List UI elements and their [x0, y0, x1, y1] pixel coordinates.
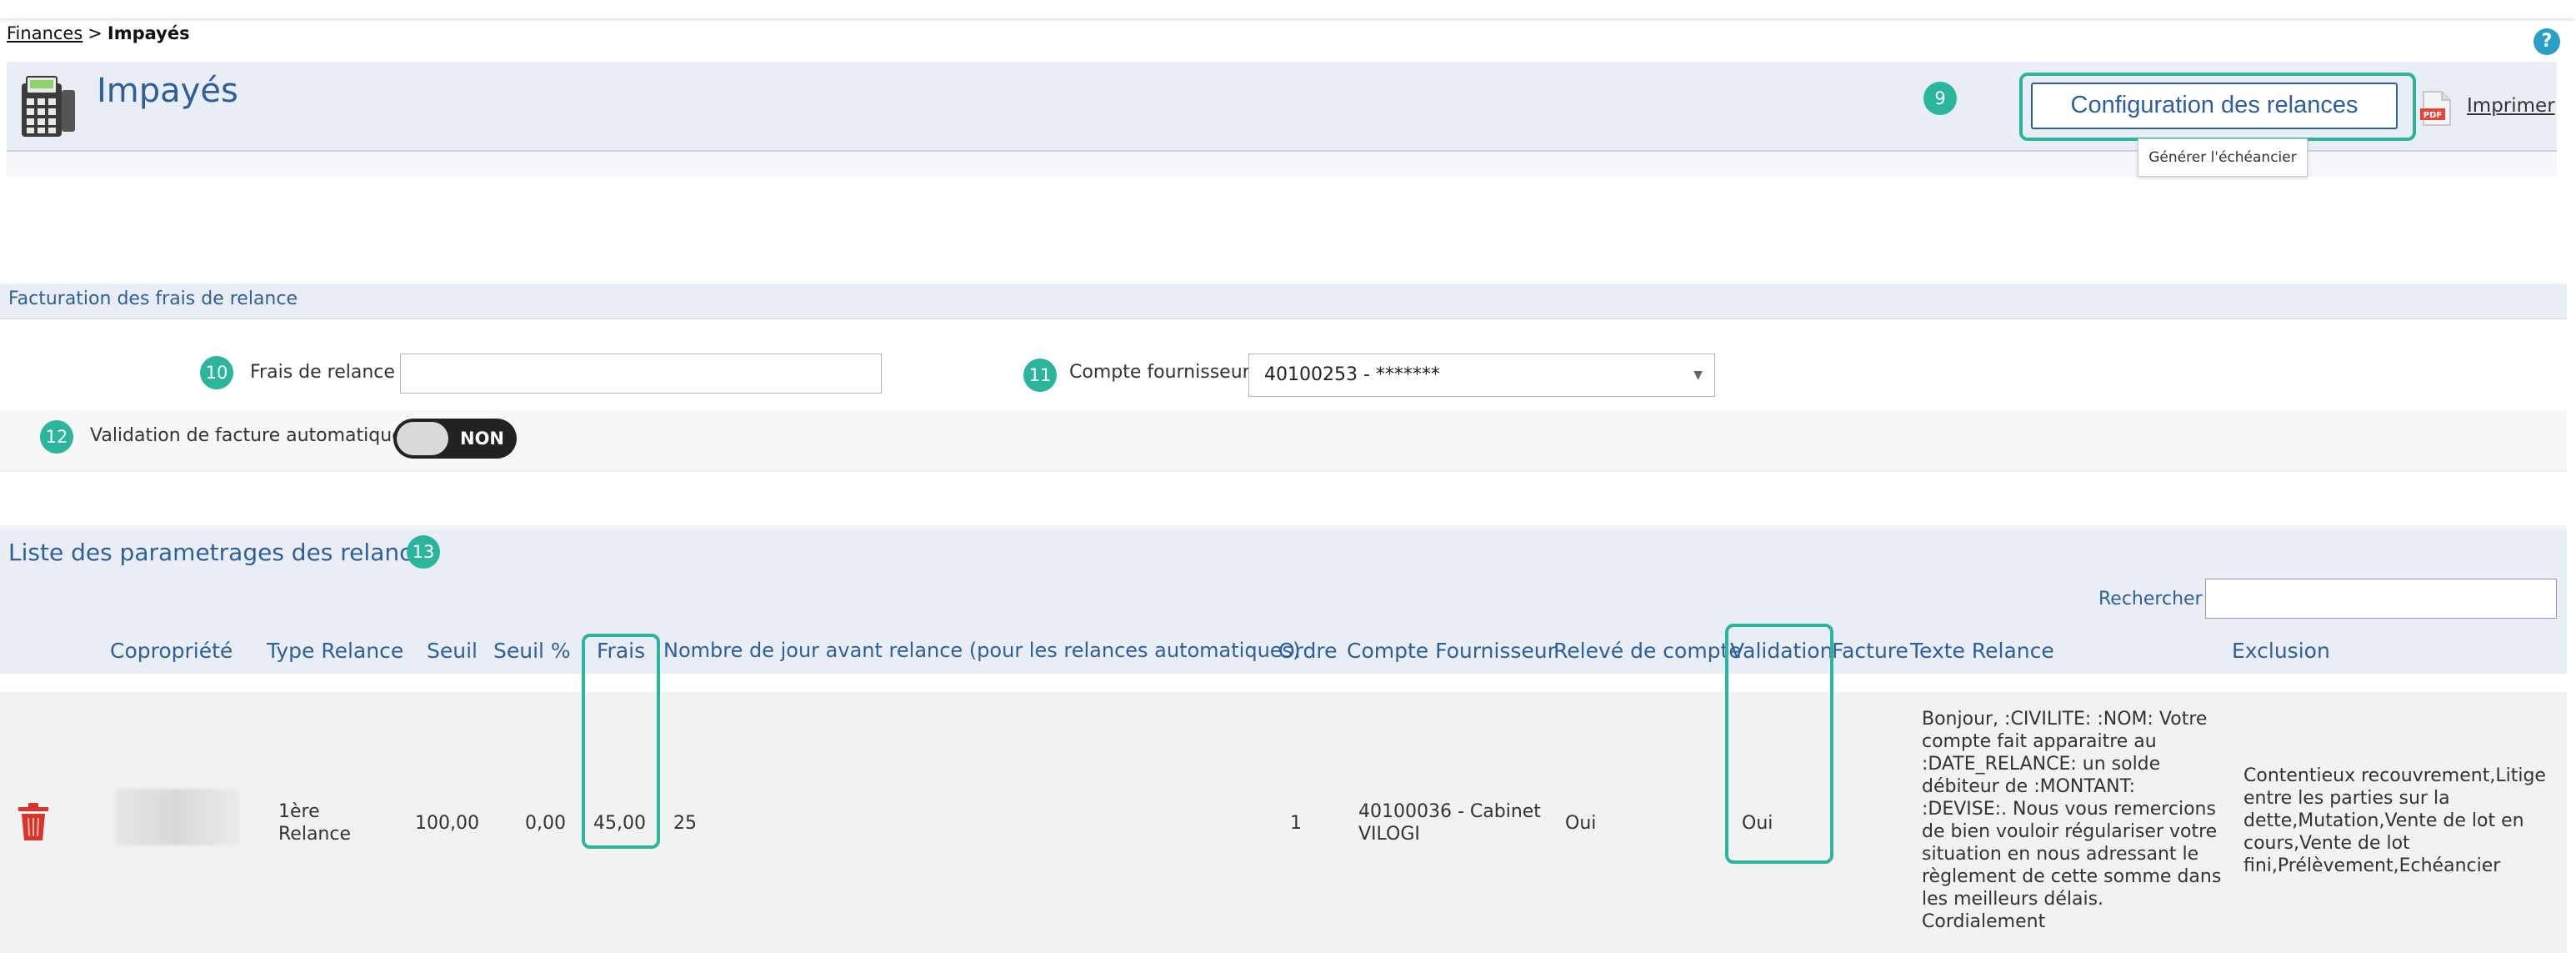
auto-validation-label: Validation de facture automatique	[90, 425, 403, 446]
cell-seuil-pct: 0,00	[525, 813, 566, 834]
cell-exclusion: Contentieux recouvrement,Litige entre le…	[2243, 765, 2546, 877]
breadcrumb: Finances > Impayés	[7, 23, 190, 43]
frais-relance-label: Frais de relance	[250, 362, 395, 383]
col-nb-jours[interactable]: Nombre de jour avant relance (pour les r…	[663, 639, 1300, 662]
svg-text:PDF: PDF	[2423, 111, 2442, 120]
col-facture[interactable]: Facture	[1832, 639, 1908, 663]
billing-section-title: Facturation des frais de relance	[8, 288, 298, 309]
col-ordre[interactable]: Ordre	[1278, 639, 1338, 663]
annotation-badge-11: 11	[1023, 359, 1057, 392]
texte-line: débiteur de :MONTANT:	[1922, 776, 2136, 797]
toggle-state: NON	[460, 429, 505, 449]
col-releve-compte[interactable]: Relevé de compte	[1553, 639, 1742, 663]
col-seuil[interactable]: Seuil	[427, 639, 478, 663]
pdf-icon[interactable]: PDF	[2420, 90, 2452, 127]
compte-fournisseur-select[interactable]: 40100253 - ******* ▼	[1248, 354, 1715, 397]
cell-type-line1: 1ère	[278, 801, 320, 822]
cell-seuil: 100,00	[415, 813, 479, 834]
compte-fournisseur-label: Compte fournisseur	[1069, 362, 1250, 383]
cell-type-line2: Relance	[278, 824, 352, 845]
copropriete-thumbnail	[115, 789, 240, 845]
breadcrumb-current: Impayés	[107, 23, 190, 43]
billing-section-header	[0, 283, 2567, 319]
annotation-badge-13: 13	[407, 535, 440, 569]
search-input[interactable]	[2205, 579, 2557, 619]
cell-releve: Oui	[1565, 813, 1597, 834]
frais-relance-input[interactable]	[400, 354, 882, 394]
calculator-icon	[22, 76, 75, 137]
exclusion-line: dette,Mutation,Vente de lot en	[2243, 810, 2524, 831]
exclusion-line: fini,Prélèvement,Echéancier	[2243, 855, 2501, 876]
exclusion-line: entre les parties sur la	[2243, 788, 2450, 809]
compte-fournisseur-value: 40100253 - *******	[1264, 364, 1440, 385]
cell-type-relance: 1ère Relance	[278, 800, 351, 845]
cell-compte-fournisseur: 40100036 - Cabinet VILOGI	[1358, 800, 1541, 845]
configuration-relances-button[interactable]: Configuration des relances	[2031, 83, 2398, 129]
texte-line: situation en nous adressant le	[1922, 844, 2199, 865]
dropdown-caret-icon: ▼	[1693, 369, 1703, 382]
texte-line: :DEVISE:. Nous vous remercions	[1922, 799, 2216, 820]
trash-icon[interactable]	[17, 802, 50, 842]
tooltip-generer-echeancier: Générer l'échéancier	[2138, 138, 2308, 177]
texte-line: règlement de cette somme dans	[1922, 866, 2222, 887]
cell-compte-line2: VILOGI	[1358, 824, 1420, 845]
texte-line: compte fait apparaitre au	[1922, 731, 2157, 752]
list-section-title: Liste des parametrages des relances	[8, 539, 439, 566]
toggle-knob	[397, 422, 448, 455]
texte-line: :DATE_RELANCE: un solde	[1922, 754, 2161, 775]
col-compte-fournisseur[interactable]: Compte Fournisseur	[1347, 639, 1556, 663]
annotation-badge-12: 12	[40, 420, 73, 454]
cell-compte-line1: 40100036 - Cabinet	[1358, 801, 1541, 822]
texte-line: les meilleurs délais.	[1922, 889, 2104, 910]
imprimer-link[interactable]: Imprimer	[2467, 95, 2555, 117]
page-title: Impayés	[97, 72, 238, 110]
search-label: Rechercher	[2098, 589, 2203, 609]
texte-line: de bien vouloir régulariser votre	[1922, 821, 2218, 842]
col-copropriete[interactable]: Copropriété	[110, 639, 233, 663]
annotation-badge-10: 10	[200, 356, 233, 389]
help-icon[interactable]: ?	[2533, 28, 2560, 55]
exclusion-line: Contentieux recouvrement,Litige	[2243, 765, 2546, 786]
breadcrumb-finances-link[interactable]: Finances	[7, 23, 83, 43]
cell-validation: Oui	[1742, 813, 1773, 834]
col-seuil-pct[interactable]: Seuil %	[493, 639, 571, 663]
col-type-relance[interactable]: Type Relance	[267, 639, 403, 663]
annotation-badge-9: 9	[1923, 82, 1957, 115]
top-bar	[0, 0, 2576, 18]
col-texte-relance[interactable]: Texte Relance	[1910, 639, 2054, 663]
texte-line: Cordialement	[1922, 911, 2046, 932]
exclusion-line: cours,Vente de lot	[2243, 833, 2410, 854]
cell-nb-jours: 25	[673, 813, 697, 834]
texte-line: Bonjour, :CIVILITE: :NOM: Votre	[1922, 709, 2208, 730]
cell-texte-relance: Bonjour, :CIVILITE: :NOM: Votre compte f…	[1922, 708, 2221, 933]
cell-frais: 45,00	[593, 813, 646, 834]
col-exclusion[interactable]: Exclusion	[2232, 639, 2330, 663]
table-header-separator	[0, 674, 2567, 693]
cell-ordre: 1	[1290, 813, 1302, 834]
auto-validation-toggle[interactable]: NON	[393, 419, 517, 459]
breadcrumb-separator: >	[88, 23, 103, 43]
